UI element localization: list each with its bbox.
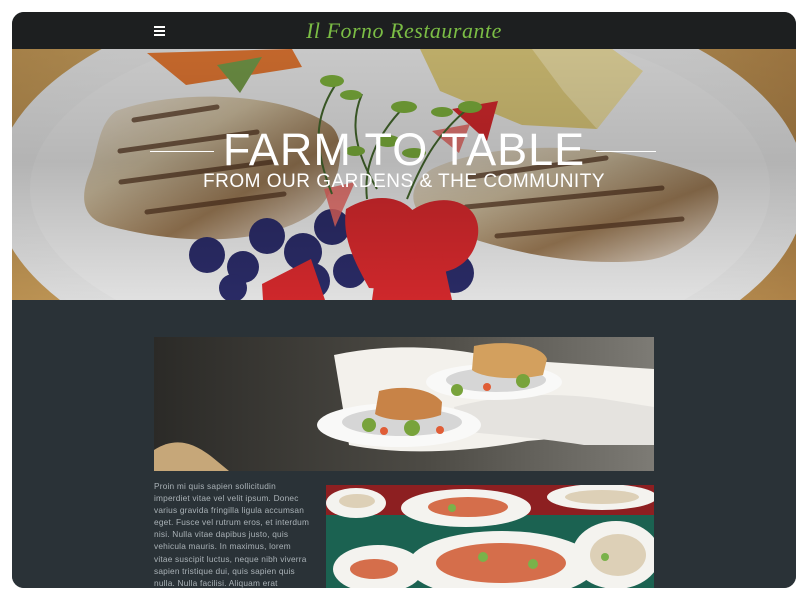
waiter-serving-dishes-illustration	[154, 337, 654, 471]
content-section: Proin mi quis sapien sollicitudin imperd…	[12, 300, 796, 588]
hero-subtitle: FROM OUR GARDENS & THE COMMUNITY	[203, 171, 605, 192]
waiter-serving-dishes-image	[154, 337, 654, 471]
buffet-dishes-image	[326, 485, 654, 588]
hero-title: FARM TO TABLE	[222, 124, 586, 175]
browser-frame: Il Forno Restaurante FARM TO TABLE FROM …	[12, 12, 796, 588]
buffet-dishes-illustration	[326, 485, 654, 588]
hero-decorative-line	[596, 151, 656, 152]
top-navigation-bar: Il Forno Restaurante	[12, 12, 796, 49]
hero-banner: FARM TO TABLE FROM OUR GARDENS & THE COM…	[12, 49, 796, 300]
restaurant-brand-name[interactable]: Il Forno Restaurante	[12, 18, 796, 44]
content-paragraph: Proin mi quis sapien sollicitudin imperd…	[154, 481, 310, 588]
